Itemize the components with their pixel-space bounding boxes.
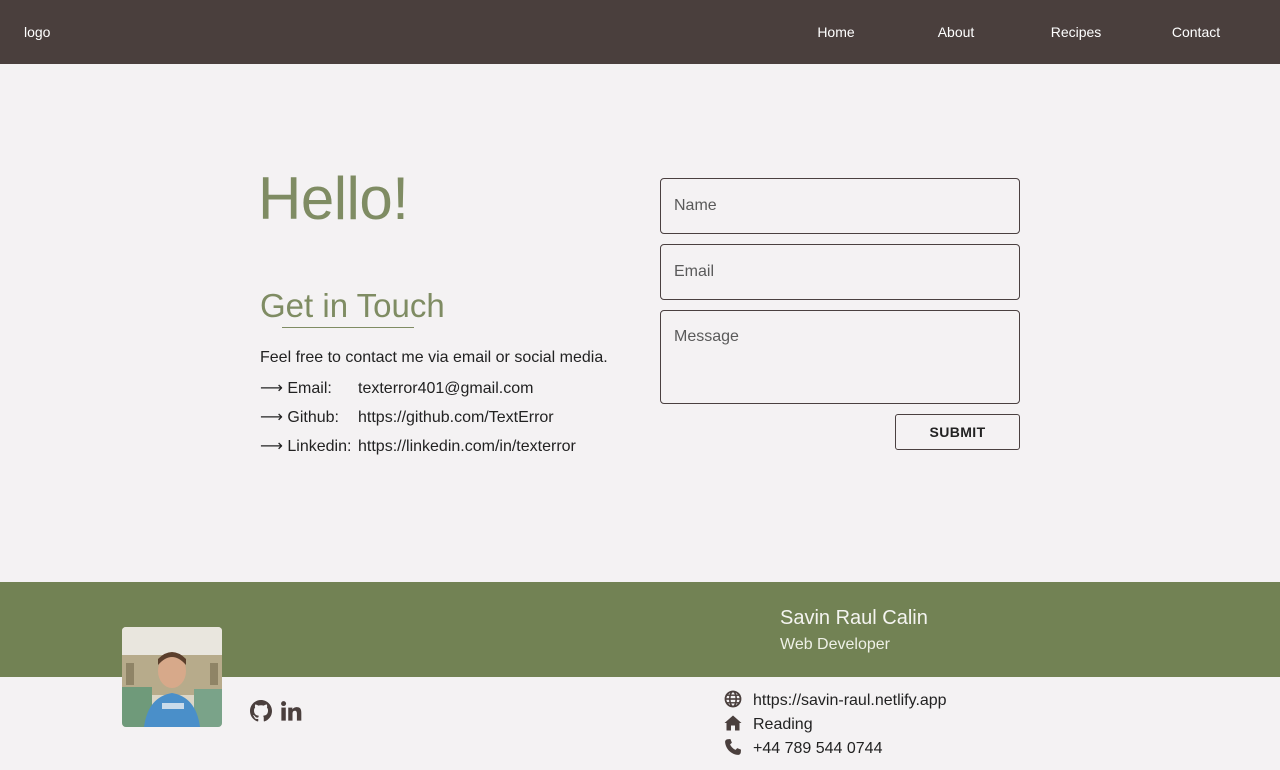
submit-button[interactable]: SUBMIT [895,414,1020,450]
linkedin-label: ⟶ Linkedin: [260,438,352,455]
contact-row-github: ⟶ Github: https://github.com/TextError [260,407,554,427]
top-navbar: logo Home About Recipes Contact [0,0,1280,64]
hello-heading: Hello! [258,165,409,232]
github-link[interactable]: https://github.com/TextError [358,409,554,426]
contact-row-linkedin: ⟶ Linkedin: https://linkedin.com/in/texte… [260,436,576,456]
contact-row-email: ⟶ Email: texterror401@gmail.com [260,378,533,398]
message-textarea[interactable] [660,310,1020,404]
home-icon [724,715,742,731]
github-label: ⟶ Github: [260,409,339,426]
phone-icon [725,739,741,755]
website-link[interactable]: https://savin-raul.netlify.app [753,692,947,709]
email-input[interactable] [660,244,1020,300]
get-in-touch-heading: Get in Touch [260,287,445,324]
email-label: ⟶ Email: [260,380,332,397]
contact-intro: Feel free to contact me via email or soc… [260,349,608,366]
info-location: Reading [724,714,813,734]
nav-link-home[interactable]: Home [776,24,896,40]
avatar-photo [122,627,222,727]
nav-link-about[interactable]: About [896,24,1016,40]
phone-text: +44 789 544 0744 [753,740,883,757]
heading-underline [282,327,414,328]
info-website: https://savin-raul.netlify.app [724,690,947,710]
linkedin-icon[interactable] [280,700,302,722]
globe-icon [724,690,742,708]
github-icon[interactable] [250,700,272,722]
avatar [122,627,222,727]
nav-link-contact[interactable]: Contact [1136,24,1256,40]
linkedin-link[interactable]: https://linkedin.com/in/texterror [358,438,576,455]
email-link[interactable]: texterror401@gmail.com [358,380,533,397]
location-text: Reading [753,716,813,733]
footer-role: Web Developer [780,636,890,653]
logo[interactable]: logo [24,24,50,40]
footer-name: Savin Raul Calin [780,607,928,629]
nav-link-recipes[interactable]: Recipes [1016,24,1136,40]
name-input[interactable] [660,178,1020,234]
info-phone: +44 789 544 0744 [724,738,882,758]
